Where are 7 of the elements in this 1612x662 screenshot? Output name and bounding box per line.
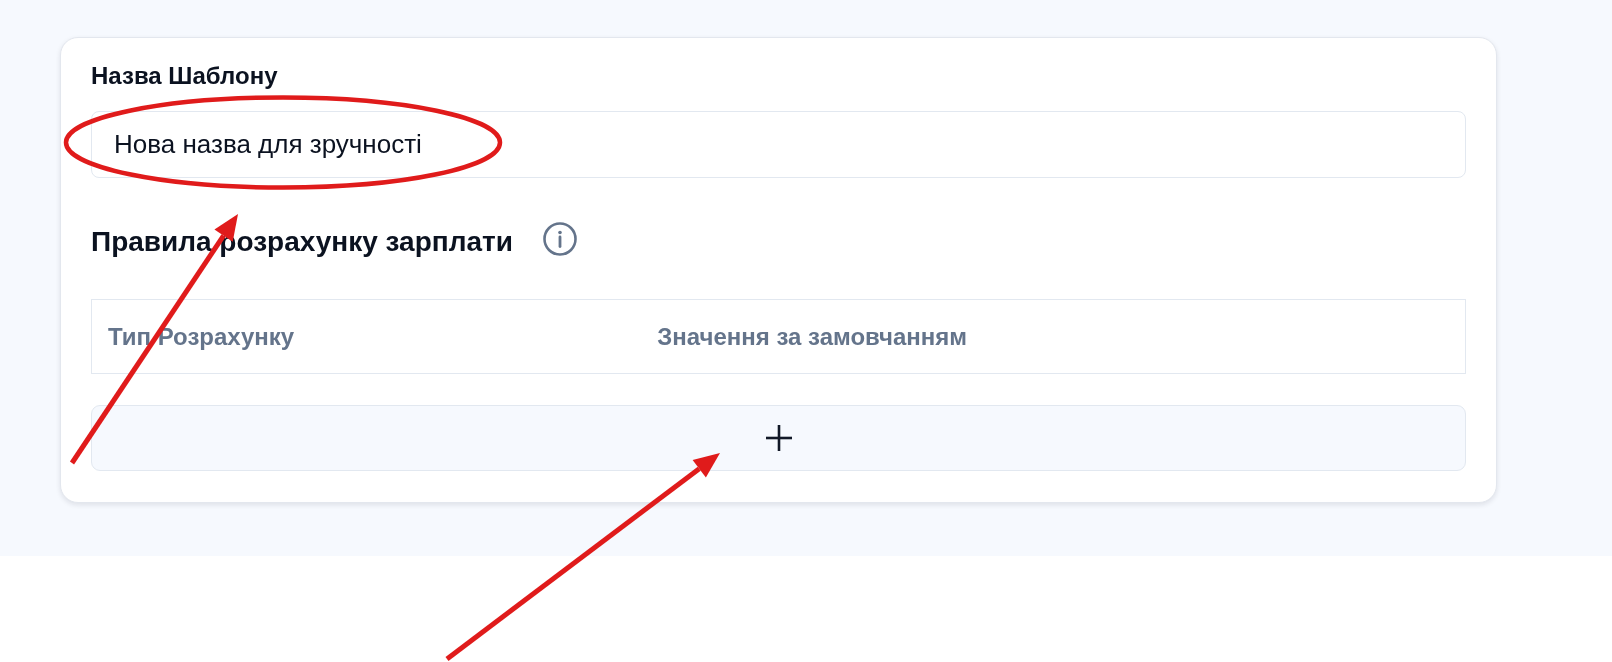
- field-label: Назва Шаблону: [91, 61, 278, 91]
- input-field[interactable]: Нова назва для зручності: [91, 111, 1466, 178]
- section-heading: Правила розрахунку зарплати: [91, 225, 513, 259]
- info-icon[interactable]: [543, 222, 577, 256]
- column-header: Значення за замовчанням: [656, 322, 967, 351]
- column-header: Тип Розрахунку: [107, 322, 295, 351]
- plus-icon: [765, 425, 792, 451]
